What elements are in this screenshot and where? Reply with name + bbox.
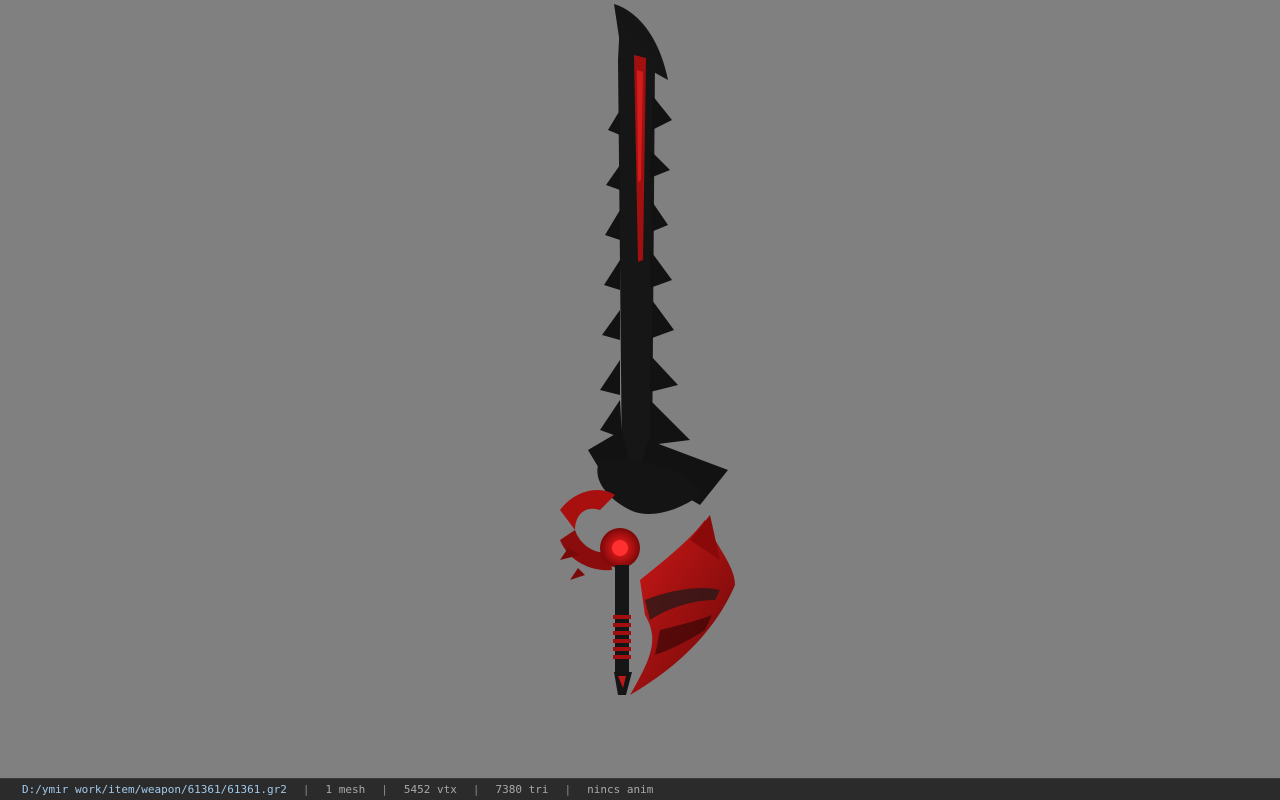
separator: |: [472, 783, 480, 796]
mesh-count-label: 1 mesh: [325, 783, 366, 796]
axe-head: [630, 520, 735, 695]
triangle-count-label: 7380 tri: [495, 783, 549, 796]
weapon-model: [560, 4, 735, 695]
vertex-count-label: 5452 vtx: [403, 783, 457, 796]
separator: |: [564, 783, 572, 796]
model-viewer-window: D:/ymir work/item/weapon/61361/61361.gr2…: [0, 0, 1280, 800]
anim-info-label: nincs anim: [587, 783, 654, 796]
blade-spikes: [588, 95, 728, 505]
separator: |: [381, 783, 388, 796]
guard-left-wing: [560, 490, 615, 530]
file-path-label: D:/ymir work/item/weapon/61361/61361.gr2: [22, 783, 287, 796]
status-bar: D:/ymir work/item/weapon/61361/61361.gr2…: [0, 778, 1280, 800]
3d-viewport[interactable]: [0, 0, 1280, 778]
separator: |: [302, 783, 310, 796]
